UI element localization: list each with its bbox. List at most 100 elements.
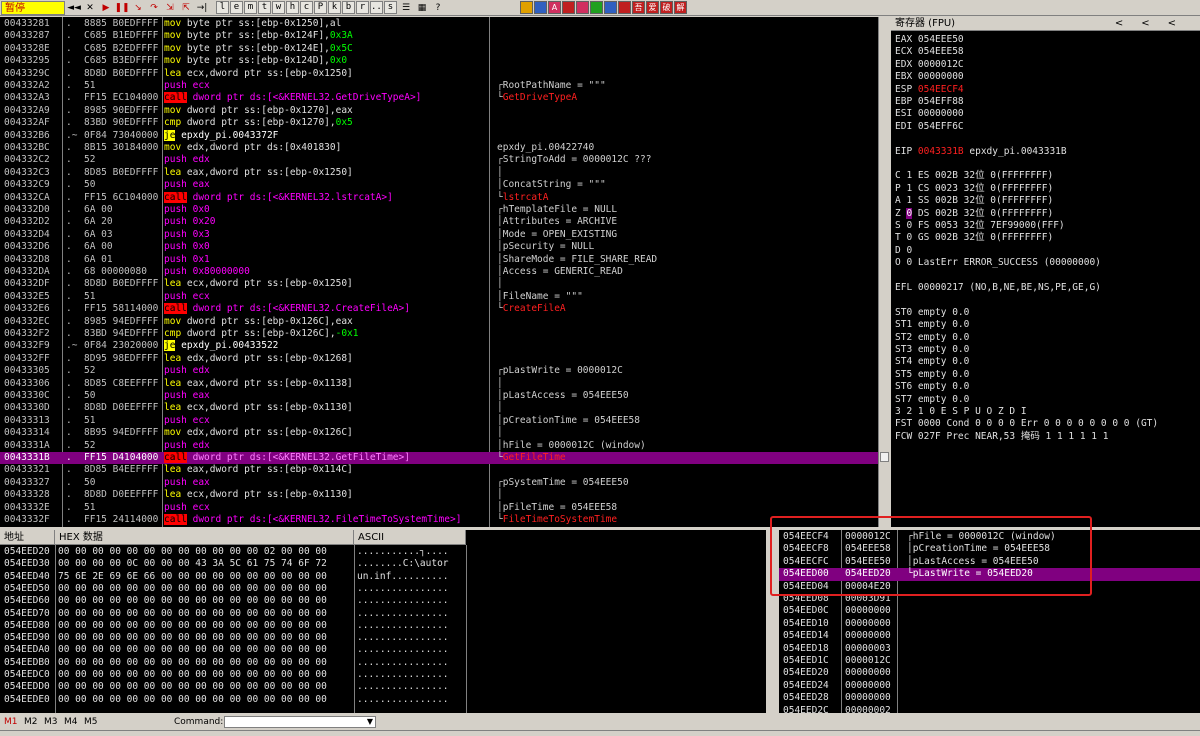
registers-pane[interactable]: 寄存器 (FPU) <<< EAX 054EEE50 ECX 054EEE58 ED… (891, 17, 1200, 527)
disasm-row[interactable]: 004332E6. FF15 58114000 call dword ptr ds:… (0, 303, 878, 315)
register-line[interactable]: ESP 054EECF4 (895, 84, 964, 96)
register-line[interactable]: FCW 027F Prec NEAR,53 掩码 1 1 1 1 1 1 (895, 431, 1108, 443)
disasm-row[interactable]: 0043332F. FF15 24114000 call dword ptr ds:… (0, 514, 878, 526)
execute-till-return-icon[interactable]: →| (195, 1, 209, 14)
plugin-button-2[interactable]: A (548, 1, 561, 14)
disasm-row[interactable]: 0043328E. C685 B2EDFFFF mov byte ptr ss:[e… (0, 43, 878, 55)
step-into-icon[interactable]: ↘ (131, 1, 145, 14)
register-line[interactable]: ST3 empty 0.0 (895, 344, 969, 356)
disasm-row[interactable]: 004332AF. 83BD 90EDFFFF cmp dword ptr ss:[… (0, 117, 878, 129)
memory-dump-pane[interactable]: 地址 HEX 数据 ASCII 054EED20 00 00 00 00 00 0… (0, 530, 766, 713)
scroll-thumb[interactable] (880, 452, 889, 462)
trace-over-icon[interactable]: ⇱ (179, 1, 193, 14)
disasm-row[interactable]: 004332C2. 52 push edx ┌StringToAdd = 000001… (0, 154, 878, 166)
disasm-row[interactable]: 0043331A. 52 push edx │hFile = 0000012C (wi… (0, 440, 878, 452)
disasm-row[interactable]: 004332D4. 6A 03 push 0x3 │Mode = OPEN_EXIST… (0, 229, 878, 241)
register-line[interactable]: EDI 054EFF6C (895, 121, 964, 133)
disasm-row[interactable]: 0043332E. 51 push ecx │pFileTime = 054EEE58 (0, 502, 878, 514)
disasm-row[interactable]: 004332C3. 8D85 B0EDFFFF lea eax,dword ptr … (0, 167, 878, 179)
register-line[interactable]: EFL 00000217 (NO,B,NE,BE,NS,PE,GE,G) (895, 282, 1101, 294)
register-line[interactable]: T 0 GS 002B 32位 0(FFFFFFFF) (895, 232, 1053, 244)
dump-header-address[interactable]: 地址 (0, 530, 55, 545)
stack-row[interactable]: 054EED28 00000000 (779, 692, 1200, 704)
plugin-button-1[interactable] (534, 1, 547, 14)
disasm-row[interactable]: 004332C9. 50 push eax │ConcatString = """ (0, 179, 878, 191)
register-line[interactable]: D 0 (895, 245, 912, 257)
disasm-row[interactable]: 00433287. C685 B1EDFFFF mov byte ptr ss:[e… (0, 30, 878, 42)
register-line[interactable]: ST6 empty 0.0 (895, 381, 969, 393)
dump-header-ascii[interactable]: ASCII (354, 530, 466, 545)
stack-row[interactable]: 054EED24 00000000 (779, 680, 1200, 692)
disasm-row[interactable]: 00433295. C685 B3EDFFFF mov byte ptr ss:[e… (0, 55, 878, 67)
window-button-1[interactable]: e (230, 1, 243, 14)
list-icon[interactable]: ☰ (399, 1, 413, 14)
window-button-12[interactable]: s (384, 1, 397, 14)
stack-row[interactable]: 054EED0C 00000000 (779, 605, 1200, 617)
register-line[interactable]: EDX 0000012C (895, 59, 964, 71)
plugin-button-7[interactable] (618, 1, 631, 14)
register-line[interactable]: ECX 054EEE58 (895, 46, 964, 58)
stack-row[interactable]: 054EED2C 00000002 (779, 705, 1200, 713)
register-line[interactable]: ESI 00000000 (895, 108, 964, 120)
disasm-row[interactable]: 00433314. 8B95 94EDFFFF mov edx,dword ptr … (0, 427, 878, 439)
disasm-row[interactable]: 004332E5. 51 push ecx │FileName = """ (0, 291, 878, 303)
disasm-row[interactable]: 004332A9. 8985 90EDFFFF mov dword ptr ss:[… (0, 105, 878, 117)
disasm-row[interactable]: 0043330D. 8D8D D0EEFFFF lea ecx,dword ptr … (0, 402, 878, 414)
plugin-button-9[interactable]: 爱 (646, 1, 659, 14)
register-line[interactable]: ST4 empty 0.0 (895, 356, 969, 368)
disasm-row[interactable]: 00433327. 50 push eax ┌pSystemTime = 054EEE… (0, 477, 878, 489)
window-button-11[interactable]: ... (370, 1, 387, 14)
disasm-row[interactable]: 00433306. 8D85 C8EEFFFF lea eax,dword ptr … (0, 378, 878, 390)
register-line[interactable]: O 0 LastErr ERROR_SUCCESS (00000000) (895, 257, 1101, 269)
disasm-row[interactable]: 004332BC. 8B15 30184000 mov edx,dword ptr … (0, 142, 878, 154)
plugin-button-8[interactable]: 吾 (632, 1, 645, 14)
plugin-button-5[interactable] (590, 1, 603, 14)
window-button-2[interactable]: m (244, 1, 257, 14)
grid-icon[interactable]: ▦ (415, 1, 429, 14)
window-button-5[interactable]: h (286, 1, 299, 14)
plugin-button-3[interactable] (562, 1, 575, 14)
plugin-button-4[interactable] (576, 1, 589, 14)
window-button-10[interactable]: r (356, 1, 369, 14)
register-line[interactable]: P 1 CS 0023 32位 0(FFFFFFFF) (895, 183, 1053, 195)
register-line[interactable]: S 0 FS 0053 32位 7EF99000(FFF) (895, 220, 1065, 232)
register-line[interactable]: ST5 empty 0.0 (895, 369, 969, 381)
register-line[interactable]: ST7 empty 0.0 (895, 394, 969, 406)
window-button-7[interactable]: P (314, 1, 327, 14)
window-button-4[interactable]: w (272, 1, 285, 14)
register-line[interactable]: 3 2 1 0 E S P U O Z D I (895, 406, 1027, 418)
register-line[interactable]: Z 0 DS 002B 32位 0(FFFFFFFF) (895, 207, 1053, 220)
window-button-6[interactable]: c (300, 1, 313, 14)
plugin-button-6[interactable] (604, 1, 617, 14)
disasm-row[interactable]: 004332DA. 68 00000080 push 0x80000000 │Acce… (0, 266, 878, 278)
disasm-row[interactable]: 004332F2. 83BD 94EDFFFF cmp dword ptr ss:[… (0, 328, 878, 340)
disasm-row[interactable]: 0043329C. 8D8D B0EDFFFF lea ecx,dword ptr … (0, 68, 878, 80)
disasm-row[interactable]: 004332CA. FF15 6C104000 call dword ptr ds:… (0, 191, 878, 204)
pause-icon[interactable]: ❚❚ (114, 1, 129, 14)
stack-row[interactable]: 054EED14 00000000 (779, 630, 1200, 642)
disasm-row[interactable]: 004332D6. 6A 00 push 0x0 │pSecurity = NULL (0, 241, 878, 253)
mem-tab-m3[interactable]: M3 (44, 715, 58, 729)
run-icon[interactable]: ▶ (99, 1, 113, 14)
register-line[interactable]: EIP 0043331B epxdy_pi.0043331B (895, 146, 1067, 158)
disasm-row[interactable]: 004332DF. 8D8D B0EDFFFF lea ecx,dword ptr … (0, 278, 878, 290)
mem-tab-m4[interactable]: M4 (64, 715, 78, 729)
plugin-button-11[interactable]: 解 (674, 1, 687, 14)
trace-into-icon[interactable]: ⇲ (163, 1, 177, 14)
registers-nav[interactable]: <<< (1115, 17, 1194, 31)
step-over-icon[interactable]: ↷ (147, 1, 161, 14)
disasm-row[interactable]: 004332D2. 6A 20 push 0x20 │Attributes = ARC… (0, 216, 878, 228)
register-line[interactable]: EBP 054EFF88 (895, 96, 964, 108)
disasm-row[interactable]: 0043330C. 50 push eax │pLastAccess = 054EEE… (0, 390, 878, 402)
close-icon[interactable]: ✕ (83, 1, 97, 14)
window-button-0[interactable]: l (216, 1, 229, 14)
stack-row[interactable]: 054EED10 00000000 (779, 618, 1200, 630)
disasm-row[interactable]: 00433321. 8D85 B4EEFFFF lea eax,dword ptr … (0, 464, 878, 476)
stack-row[interactable]: 054EED1C 0000012C (779, 655, 1200, 667)
disasm-row[interactable]: 00433313. 51 push ecx │pCreationTime = 054E… (0, 415, 878, 427)
window-button-3[interactable]: t (258, 1, 271, 14)
window-button-8[interactable]: k (328, 1, 341, 14)
disasm-row[interactable]: 00433328. 8D8D D0EEFFFF lea ecx,dword ptr … (0, 489, 878, 501)
mem-tab-m5[interactable]: M5 (84, 715, 98, 729)
disasm-row[interactable]: 00433305. 52 push edx ┌pLastWrite = 0000012… (0, 365, 878, 377)
